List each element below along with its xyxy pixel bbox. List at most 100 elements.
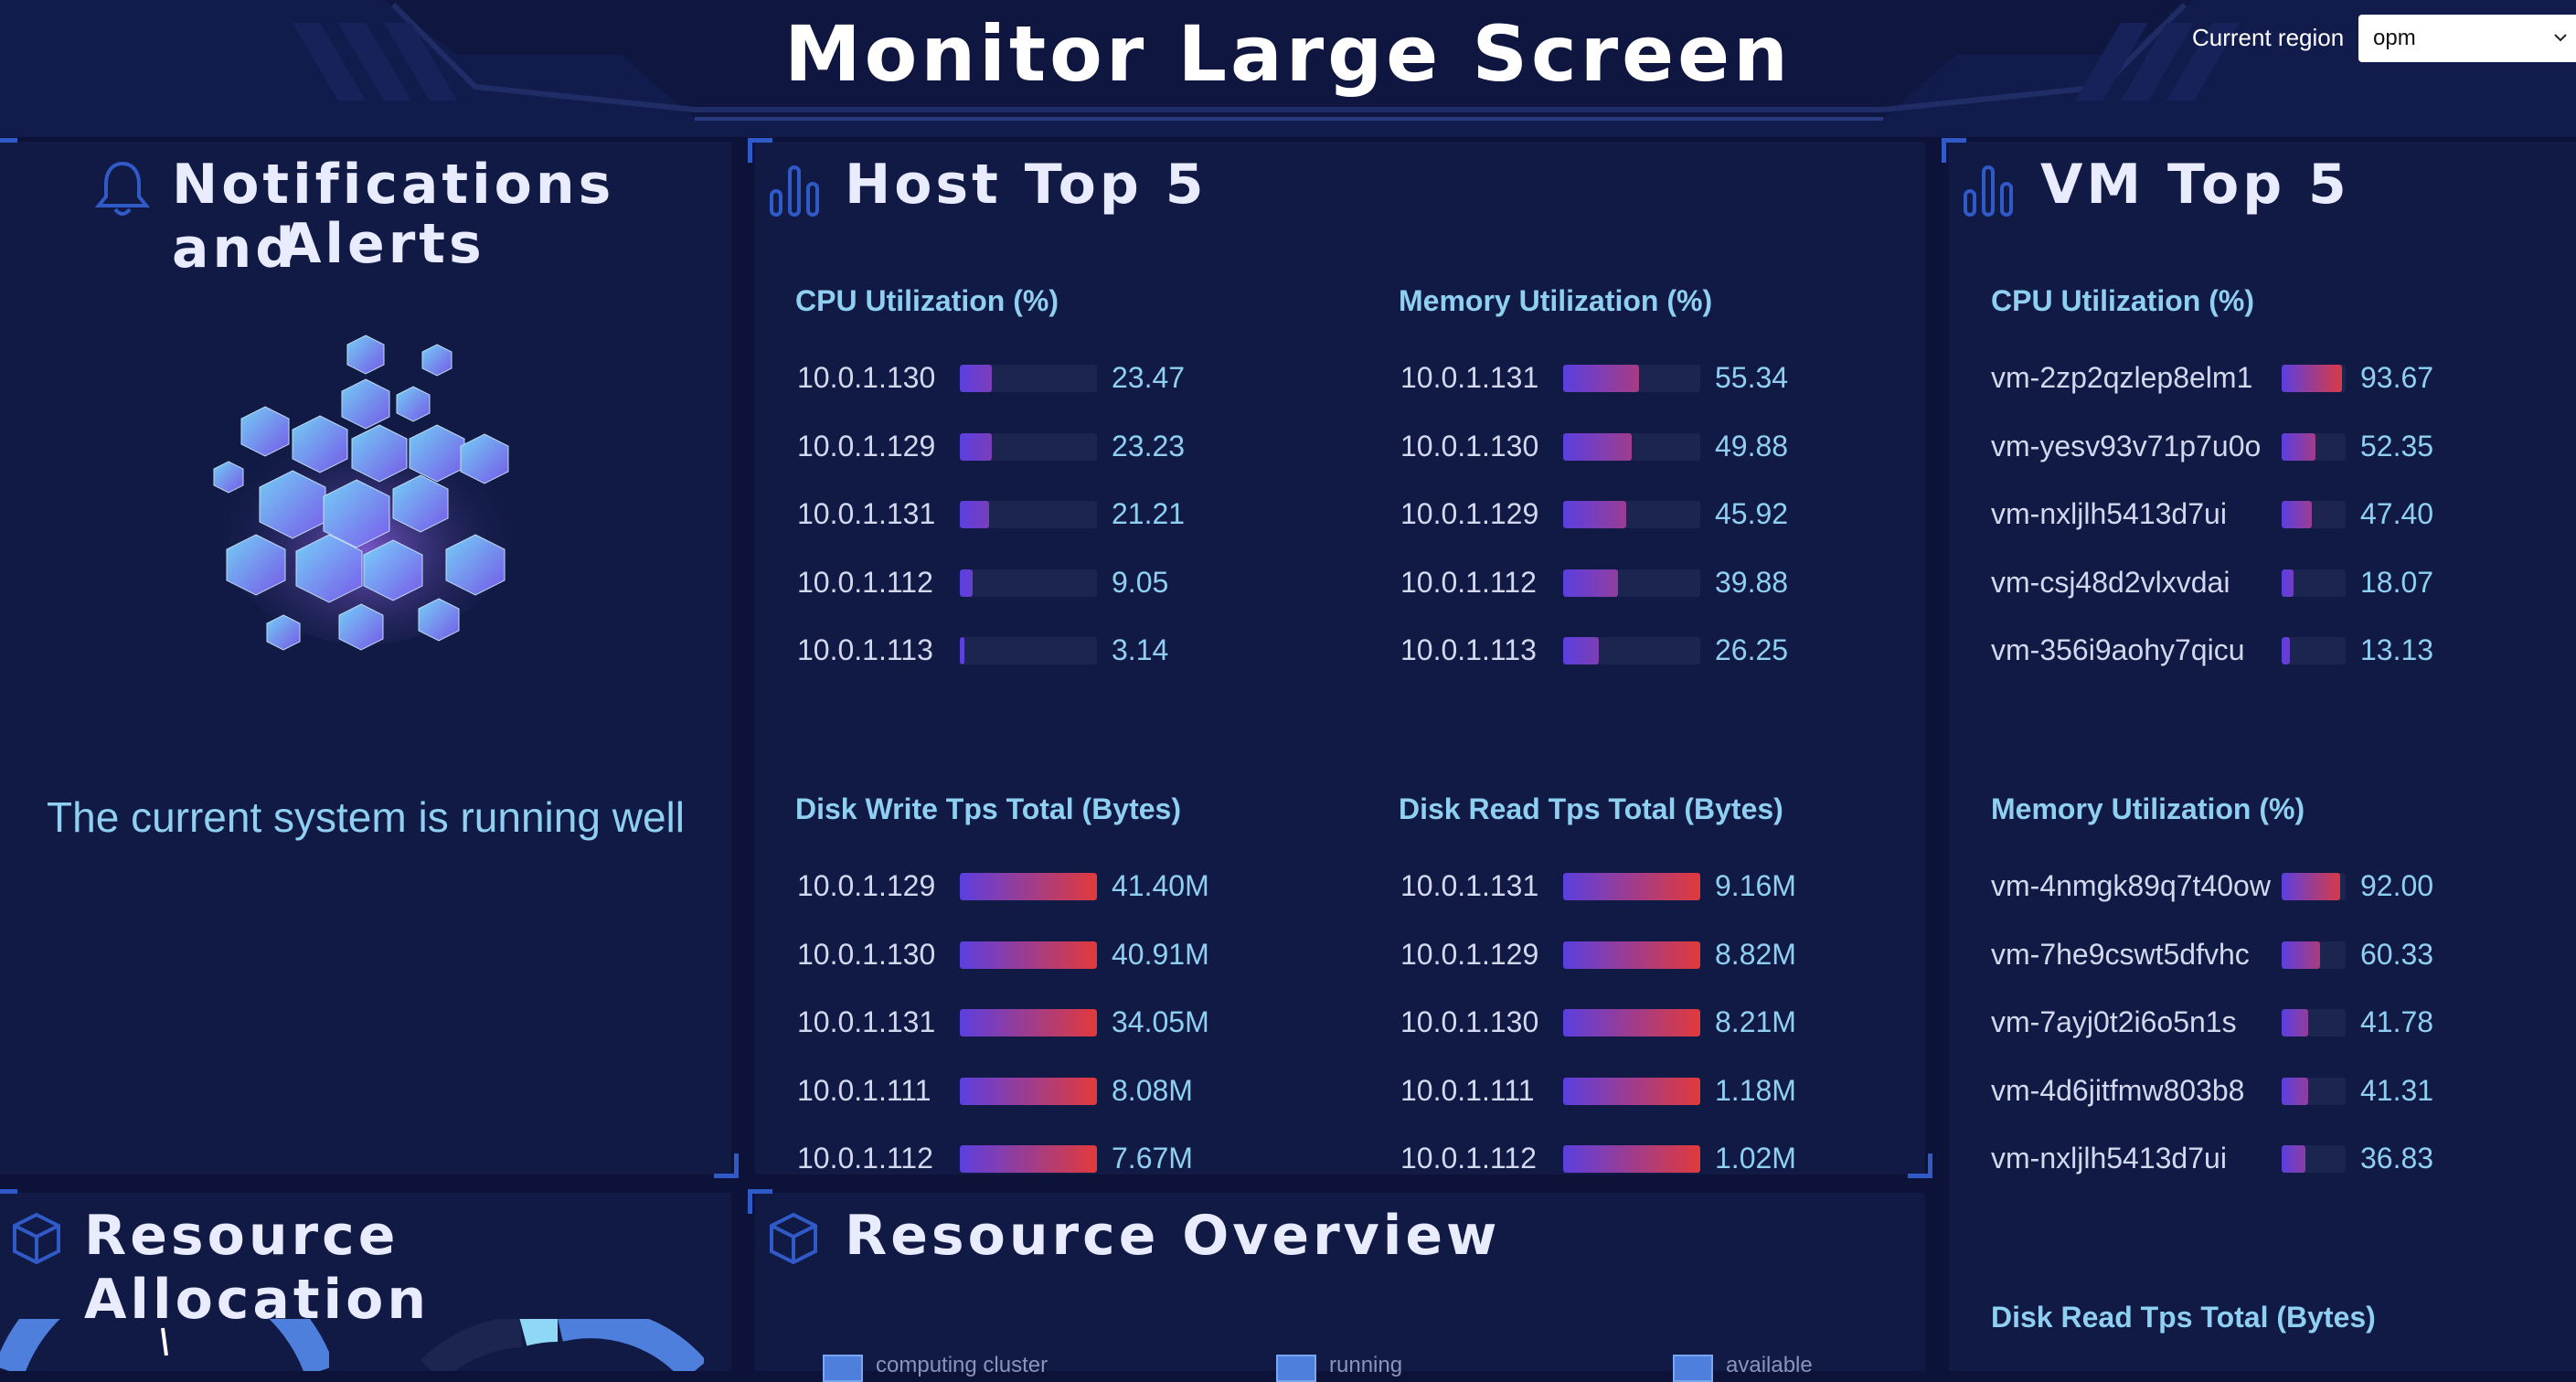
bar-row-value: 45.92 bbox=[1715, 497, 1789, 530]
bar-row-value: 9.05 bbox=[1112, 565, 1169, 599]
vm-memory-title: Memory Utilization (%) bbox=[1991, 792, 2305, 825]
bar-track bbox=[2282, 1009, 2346, 1036]
vm-cpu-title: CPU Utilization (%) bbox=[1991, 284, 2254, 317]
bar-row: vm-4nmgk89q7t40ow 92.00 bbox=[1991, 867, 2519, 904]
bar-fill bbox=[2282, 365, 2342, 392]
legend-label: computing cluster bbox=[876, 1353, 1048, 1377]
bar-row: 10.0.1.131 34.05M bbox=[797, 1004, 1271, 1040]
bar-track bbox=[1563, 1145, 1700, 1173]
cube-icon bbox=[768, 1211, 819, 1266]
bar-row: vm-nxljlh5413d7ui 47.40 bbox=[1991, 495, 2519, 532]
bar-fill bbox=[1563, 365, 1639, 392]
bar-track bbox=[2282, 873, 2346, 900]
bar-row-label: vm-nxljlh5413d7ui bbox=[1991, 1142, 2227, 1175]
region-label: Current region bbox=[2192, 24, 2345, 51]
vm-disk-read-title: Disk Read Tps Total (Bytes) bbox=[1991, 1301, 2376, 1334]
bar-track bbox=[2282, 637, 2346, 664]
bar-fill bbox=[960, 432, 992, 461]
panel-corner bbox=[748, 138, 772, 163]
bar-row-label: 10.0.1.131 bbox=[1400, 361, 1539, 394]
bar-fill bbox=[2282, 1145, 2305, 1173]
bar-row-label: 10.0.1.131 bbox=[1400, 869, 1539, 902]
bar-row-value: 52.35 bbox=[2360, 429, 2434, 462]
bar-chart-icon bbox=[768, 164, 823, 218]
bar-row-label: 10.0.1.111 bbox=[1400, 1073, 1535, 1107]
bar-fill bbox=[1563, 941, 1700, 969]
cubes-illustration bbox=[213, 335, 512, 651]
bar-row-label: 10.0.1.129 bbox=[797, 869, 936, 902]
bar-row: 10.0.1.129 41.40M bbox=[797, 867, 1271, 904]
bar-row: vm-356i9aohy7qicu 13.13 bbox=[1991, 632, 2519, 668]
system-status-text: The current system is running well bbox=[47, 793, 685, 841]
bar-row-label: vm-2zp2qzlep8elm1 bbox=[1991, 361, 2253, 394]
bar-row-value: 18.07 bbox=[2360, 565, 2434, 599]
bar-row-value: 92.00 bbox=[2360, 869, 2434, 902]
bar-track bbox=[960, 569, 1097, 597]
region-select[interactable]: opm bbox=[2358, 15, 2576, 62]
bar-fill bbox=[1563, 501, 1626, 528]
resource-overview-panel: Resource Overview bbox=[748, 1189, 1925, 1371]
bell-icon bbox=[91, 158, 154, 220]
bar-row-label: vm-7ayj0t2i6o5n1s bbox=[1991, 1005, 2237, 1038]
bar-track bbox=[2282, 365, 2346, 392]
legend-swatch bbox=[1673, 1355, 1713, 1382]
bar-row-label: 10.0.1.112 bbox=[797, 565, 933, 599]
bar-row-value: 47.40 bbox=[2360, 497, 2434, 530]
bar-row-label: 10.0.1.129 bbox=[1400, 497, 1539, 530]
bar-row-label: 10.0.1.112 bbox=[1400, 565, 1537, 599]
bar-row-label: vm-yesv93v71p7u0o bbox=[1991, 429, 2262, 462]
bar-track bbox=[1563, 569, 1700, 597]
host-disk-read-title: Disk Read Tps Total (Bytes) bbox=[1399, 792, 1783, 825]
bar-row: 10.0.1.112 7.67M bbox=[797, 1140, 1271, 1176]
bar-row-label: vm-csj48d2vlxvdai bbox=[1991, 565, 2230, 599]
bar-fill bbox=[960, 941, 1097, 969]
bar-row: vm-nxljlh5413d7ui 36.83 bbox=[1991, 1140, 2519, 1176]
bar-track bbox=[2282, 501, 2346, 528]
resource-allocation-title: Resource Allocation bbox=[84, 1204, 431, 1332]
bar-row-value: 23.47 bbox=[1112, 361, 1186, 394]
bar-fill bbox=[1563, 1009, 1700, 1036]
bar-row: 10.0.1.131 21.21 bbox=[797, 495, 1271, 532]
bar-row-value: 13.13 bbox=[2360, 633, 2434, 666]
bar-row-label: 10.0.1.112 bbox=[1400, 1142, 1537, 1175]
bar-fill bbox=[1563, 1145, 1700, 1173]
bar-fill bbox=[2282, 1009, 2309, 1036]
header: Monitor Large Screen Current region opm bbox=[0, 0, 2576, 137]
bar-row-label: vm-nxljlh5413d7ui bbox=[1991, 497, 2227, 530]
bar-row-label: 10.0.1.130 bbox=[797, 937, 936, 971]
bar-row-label: vm-4nmgk89q7t40ow bbox=[1991, 869, 2271, 902]
region-select-value: opm bbox=[2373, 26, 2416, 50]
panel-corner bbox=[0, 138, 17, 163]
bar-row: vm-7he9cswt5dfvhc 60.33 bbox=[1991, 936, 2519, 973]
bar-row: vm-4d6jitfmw803b8 41.31 bbox=[1991, 1072, 2519, 1109]
bar-row-value: 49.88 bbox=[1715, 429, 1789, 462]
bar-track bbox=[960, 432, 1097, 461]
bar-row: vm-yesv93v71p7u0o 52.35 bbox=[1991, 428, 2519, 464]
bar-row: vm-2zp2qzlep8elm1 93.67 bbox=[1991, 359, 2519, 396]
bar-track bbox=[960, 501, 1097, 528]
bar-row-label: 10.0.1.130 bbox=[1400, 1005, 1539, 1038]
panel-corner bbox=[0, 1189, 17, 1214]
resource-overview-title: Resource Overview bbox=[845, 1204, 1501, 1268]
bar-row-value: 60.33 bbox=[2360, 937, 2434, 971]
bar-row: 10.0.1.130 49.88 bbox=[1400, 428, 1874, 464]
bar-track bbox=[1563, 1077, 1700, 1105]
bar-row: 10.0.1.131 55.34 bbox=[1400, 359, 1874, 396]
bar-track bbox=[1563, 941, 1700, 969]
bar-fill bbox=[960, 1145, 1097, 1173]
bar-fill bbox=[960, 637, 964, 664]
notifications-panel: Notifications and Alerts The current sys… bbox=[0, 138, 739, 1178]
legend-label: running bbox=[1329, 1353, 1403, 1377]
panel-corner bbox=[748, 1189, 772, 1214]
bar-row-value: 26.25 bbox=[1715, 633, 1789, 666]
bar-fill bbox=[960, 365, 993, 392]
bar-fill bbox=[2282, 637, 2291, 664]
bar-fill bbox=[960, 501, 989, 528]
bar-row: 10.0.1.112 1.02M bbox=[1400, 1140, 1874, 1176]
bar-row: 10.0.1.129 8.82M bbox=[1400, 936, 1874, 973]
panel-corner bbox=[714, 1153, 739, 1178]
bar-row-value: 41.40M bbox=[1112, 869, 1209, 902]
bar-track bbox=[2282, 1145, 2346, 1173]
bar-track bbox=[1563, 365, 1700, 392]
host-top-title: Host Top 5 bbox=[845, 153, 1208, 217]
